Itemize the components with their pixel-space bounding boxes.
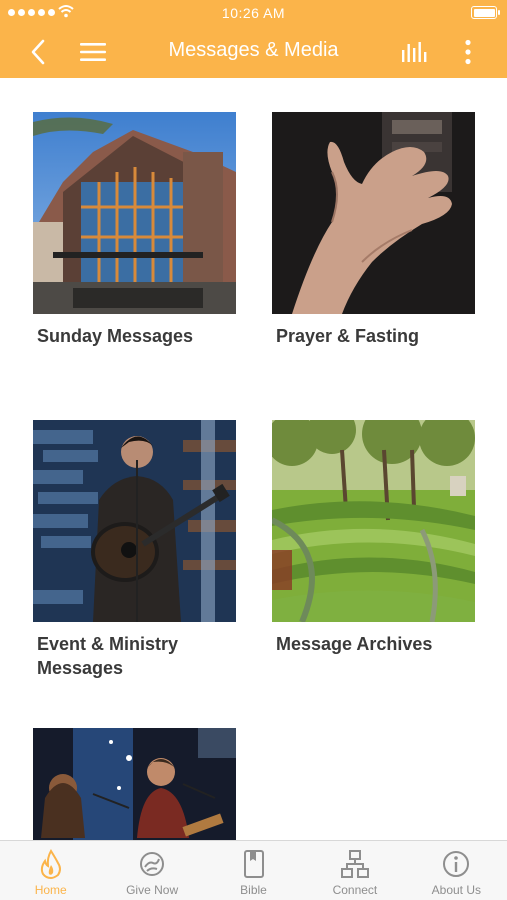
vertical-ellipsis-icon <box>465 39 471 65</box>
tab-about-us[interactable]: About Us <box>406 841 507 900</box>
flame-icon <box>40 849 61 879</box>
give-icon <box>140 852 165 876</box>
tab-home[interactable]: Home <box>0 841 101 900</box>
audio-button[interactable] <box>398 36 432 68</box>
navigation-bar: Messages & Media <box>0 26 507 78</box>
tile-worship-duo[interactable] <box>33 728 236 840</box>
tab-bar: Home Give Now Bible Connect About Us <box>0 840 507 900</box>
status-bar: 10:26 AM <box>0 0 507 26</box>
audio-bars-icon <box>402 42 427 62</box>
tile-message-archives[interactable]: Message Archives <box>272 420 475 656</box>
tile-prayer-fasting[interactable]: Prayer & Fasting <box>272 112 475 348</box>
church-building-photo <box>33 112 236 314</box>
park-steps-photo <box>272 420 475 622</box>
worship-duo-photo <box>33 728 236 840</box>
tile-label: Sunday Messages <box>37 326 194 346</box>
tile-event-ministry-messages[interactable]: Event & Ministry Messages <box>33 420 236 680</box>
tile-label: Message Archives <box>276 634 433 654</box>
book-icon <box>243 850 264 878</box>
tile-label: Event & Ministry Messages <box>37 634 179 678</box>
tab-label: Give Now <box>126 883 179 897</box>
open-hand-photo <box>272 112 475 314</box>
media-grid: Sunday Messages Prayer & Fasting Event &… <box>0 78 507 840</box>
tab-label: Connect <box>332 883 378 897</box>
guitar-performer-photo <box>33 420 236 622</box>
status-time: 10:26 AM <box>221 5 286 21</box>
tab-connect[interactable]: Connect <box>304 841 405 900</box>
tile-label: Prayer & Fasting <box>276 326 420 346</box>
network-icon <box>340 850 369 878</box>
more-options-button[interactable] <box>458 36 478 68</box>
battery-icon <box>471 6 500 19</box>
tab-label: Home <box>34 883 67 897</box>
tab-label: Bible <box>240 883 267 897</box>
tile-sunday-messages[interactable]: Sunday Messages <box>33 112 236 348</box>
tab-label: About Us <box>431 883 481 897</box>
info-icon <box>443 851 470 877</box>
tab-give-now[interactable]: Give Now <box>101 841 202 900</box>
tab-bible[interactable]: Bible <box>203 841 304 900</box>
